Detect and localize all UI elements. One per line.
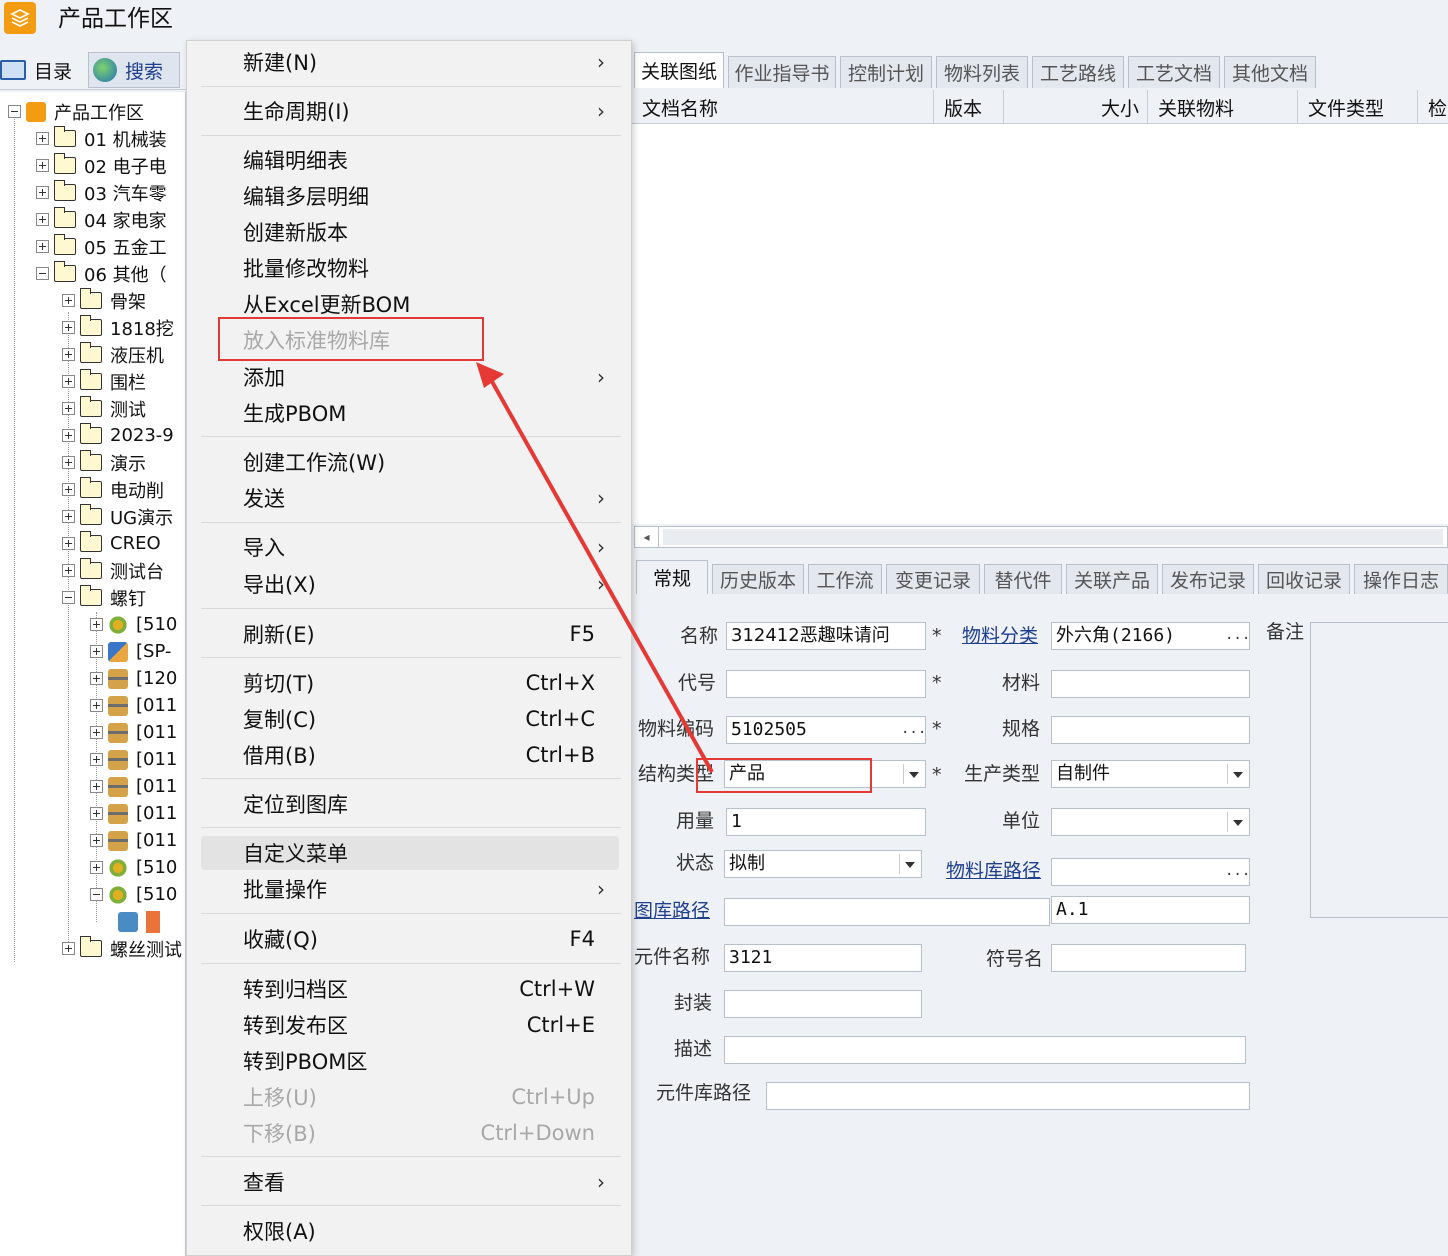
annotation-arrow-icon — [476, 362, 714, 773]
